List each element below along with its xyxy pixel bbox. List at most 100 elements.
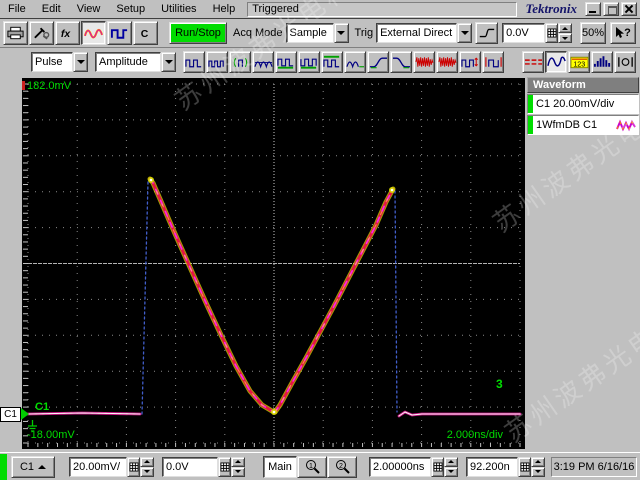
display-eye-button[interactable] [614, 51, 636, 73]
database-active-bar [528, 116, 533, 134]
pulse-display-button[interactable] [107, 21, 132, 45]
close-button[interactable] [621, 2, 637, 16]
top-scale-readout: 182.0mV [27, 80, 72, 92]
minimize-button[interactable] [585, 2, 601, 16]
trigger-level-keypad-button[interactable] [545, 23, 558, 43]
meas-mean-button[interactable] [252, 51, 274, 73]
horizontal-scale-keypad-button[interactable] [431, 456, 444, 477]
chevron-down-icon[interactable] [333, 23, 349, 43]
context-help-button[interactable]: ? [610, 22, 636, 44]
toolbox-button[interactable] [29, 21, 54, 45]
vertical-offset-input[interactable]: 0.0V [162, 456, 218, 477]
menu-utilities[interactable]: Utilities [153, 1, 204, 17]
menu-help[interactable]: Help [205, 1, 244, 17]
channel-marker-arrow-icon[interactable] [21, 408, 29, 420]
svg-text:fx: fx [61, 29, 71, 40]
waveform-row-label: C1 20.00mV/div [536, 98, 615, 110]
meas-cycle-button[interactable] [206, 51, 228, 73]
channel-trace-label: C1 [35, 401, 50, 413]
notch-icon [299, 58, 317, 69]
horizontal-scale-input[interactable]: 2.00000ns [369, 456, 431, 477]
spin-up-icon[interactable] [231, 456, 245, 467]
run-stop-button[interactable]: Run/Stop [169, 22, 227, 44]
help-question-glyph: ? [624, 27, 631, 39]
meas-db-button[interactable] [459, 51, 481, 73]
measure-subcategory-select[interactable]: Amplitude [95, 52, 176, 72]
waveform-panel-title: Waveform [527, 77, 639, 93]
measure-category-select[interactable]: Pulse [31, 52, 88, 72]
acq-mode-select[interactable]: Sample [285, 23, 349, 43]
meas-fall-time-button[interactable] [390, 51, 412, 73]
spin-down-icon[interactable] [231, 466, 245, 477]
menu-file[interactable]: File [0, 1, 34, 17]
spin-down-icon[interactable] [558, 33, 572, 43]
chevron-down-icon[interactable] [161, 52, 176, 72]
marker-3-readout: 3 [496, 377, 503, 391]
display-dashes-button[interactable] [522, 51, 544, 73]
menu-edit[interactable]: Edit [34, 1, 69, 17]
c-button[interactable]: C [133, 21, 158, 45]
menu-setup[interactable]: Setup [108, 1, 153, 17]
meas-high-button[interactable] [321, 51, 343, 73]
spin-down-icon[interactable] [140, 466, 154, 477]
spin-up-icon[interactable] [140, 456, 154, 467]
spin-up-icon[interactable] [444, 456, 458, 467]
channel-select-button[interactable]: C1 [11, 455, 55, 478]
svg-text:C: C [141, 29, 149, 40]
meas-amplitude-button[interactable] [183, 51, 205, 73]
pulseColored-icon [110, 29, 128, 39]
trigger-status-text: Triggered [252, 3, 299, 15]
fxtext-icon: fx [61, 29, 71, 40]
zoom1-button[interactable]: 1 [297, 455, 327, 478]
svg-text:2: 2 [339, 463, 343, 470]
horizontal-position-input[interactable]: 92.200n [466, 456, 518, 477]
horizontal-scale-spinner[interactable] [444, 456, 458, 477]
display-waveform-button[interactable] [545, 51, 567, 73]
meas-rise-time-button[interactable] [367, 51, 389, 73]
waveform-display-button[interactable] [81, 21, 106, 45]
waveform-row-wfmdb[interactable]: 1WfmDB C1 [527, 115, 639, 135]
meas-low-button[interactable] [344, 51, 366, 73]
keypad-icon [519, 461, 530, 472]
chevron-down-icon[interactable] [73, 52, 88, 72]
magnifier-1-icon: 1 [306, 459, 320, 474]
pulseOverline-icon [322, 55, 339, 68]
trigger-source-select[interactable]: External Direct [376, 23, 473, 43]
spin-down-icon[interactable] [531, 466, 545, 477]
timebase-mode-value: Main [268, 460, 292, 473]
display-histogram-button[interactable] [591, 51, 613, 73]
vertical-offset-spinner[interactable] [231, 456, 245, 477]
vertical-scale-spinner[interactable] [140, 456, 154, 477]
pulse2-icon [184, 59, 201, 68]
meas-burst-button[interactable] [413, 51, 435, 73]
restore-button[interactable] [603, 2, 619, 16]
meas-pos-width-button[interactable] [275, 51, 297, 73]
meas-period-button[interactable] [229, 51, 251, 73]
waveform-row-c1[interactable]: C1 20.00mV/div [527, 94, 639, 114]
set-to-50-button[interactable]: 50% [580, 22, 606, 44]
timebase-mode-button[interactable]: Main [263, 455, 297, 478]
print-button[interactable] [3, 21, 28, 45]
trigger-level-spinner[interactable] [558, 23, 572, 43]
svg-text:1: 1 [309, 463, 313, 470]
channel-marker-badge[interactable]: C1 [0, 407, 21, 422]
zoom2-button[interactable]: 2 [327, 455, 357, 478]
menu-view[interactable]: View [69, 1, 109, 17]
spin-up-icon[interactable] [531, 456, 545, 467]
vertical-scale-input[interactable]: 20.00mV/ [69, 456, 127, 477]
chevron-down-icon[interactable] [457, 23, 473, 43]
horizontal-position-spinner[interactable] [531, 456, 545, 477]
vertical-offset-keypad-button[interactable] [218, 456, 231, 477]
display-readout-button[interactable]: 123 [568, 51, 590, 73]
trigger-slope-button[interactable] [475, 22, 499, 44]
horizontal-position-keypad-button[interactable] [518, 456, 531, 477]
trigger-level-input[interactable]: 0.0V [502, 23, 545, 43]
meas-gated-button[interactable] [482, 51, 504, 73]
formula-button[interactable]: fx [55, 21, 80, 45]
spin-down-icon[interactable] [444, 466, 458, 477]
fall-icon [392, 57, 410, 69]
spin-up-icon[interactable] [558, 23, 572, 33]
meas-neg-width-button[interactable] [298, 51, 320, 73]
meas-burst2-button[interactable] [436, 51, 458, 73]
vertical-scale-keypad-button[interactable] [127, 456, 140, 477]
